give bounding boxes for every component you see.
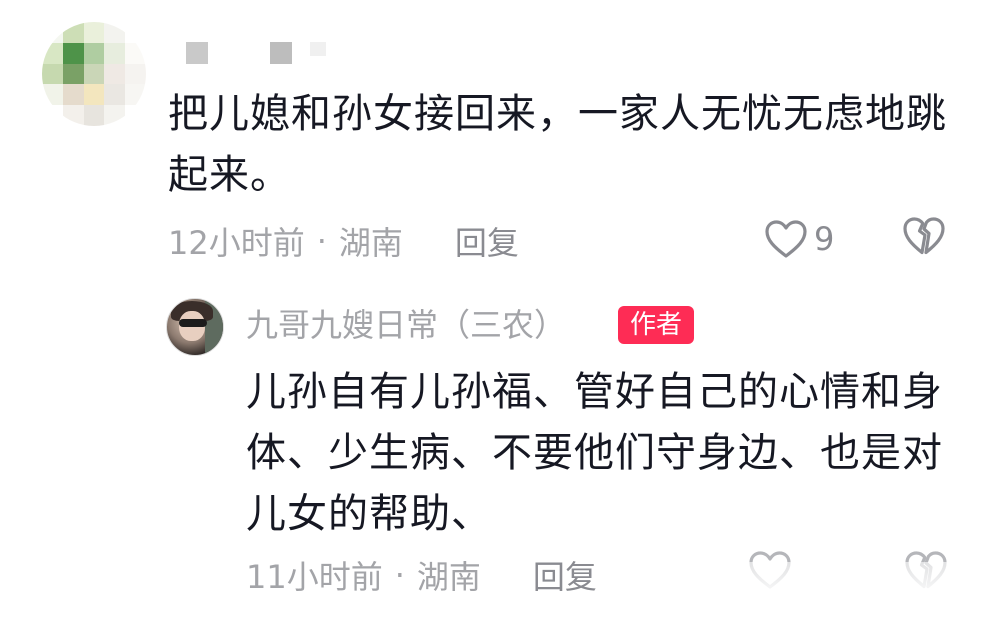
comment-meta: 12小时前 · 湖南 回复 (168, 216, 968, 266)
broken-heart-icon[interactable] (902, 216, 946, 256)
heart-outline-icon (765, 220, 807, 258)
meta-separator: · (394, 556, 405, 594)
comment-time: 12小时前 (168, 224, 305, 262)
like-button[interactable]: 9 (764, 214, 834, 264)
meta-separator: · (316, 222, 327, 260)
reply-avatar[interactable] (166, 298, 224, 356)
comment-text: 把儿媳和孙女接回来，一家人无忧无虑地跳起来。 (168, 91, 947, 198)
reply-button[interactable]: 回复 (455, 218, 519, 264)
author-badge: 作者 (618, 306, 695, 344)
reply-reply-button[interactable]: 回复 (533, 552, 597, 598)
reply-text: 儿孙自有儿孙福、管好自己的心情和身体、少生病、不要他们守身边、也是对儿女的帮助、 (246, 369, 943, 537)
fade-overlay (748, 562, 978, 602)
like-count: 9 (814, 220, 835, 258)
reply-meta: 11小时前 · 湖南 回复 (246, 550, 597, 600)
reply-time: 11小时前 (246, 558, 383, 596)
username-redacted (186, 42, 326, 64)
reply-like-area (748, 546, 978, 602)
reply-location: 湖南 (416, 558, 481, 596)
reply-author-name[interactable]: 九哥九嫂日常（三农） (246, 302, 566, 348)
comment-location: 湖南 (338, 224, 403, 262)
avatar[interactable] (42, 22, 146, 126)
